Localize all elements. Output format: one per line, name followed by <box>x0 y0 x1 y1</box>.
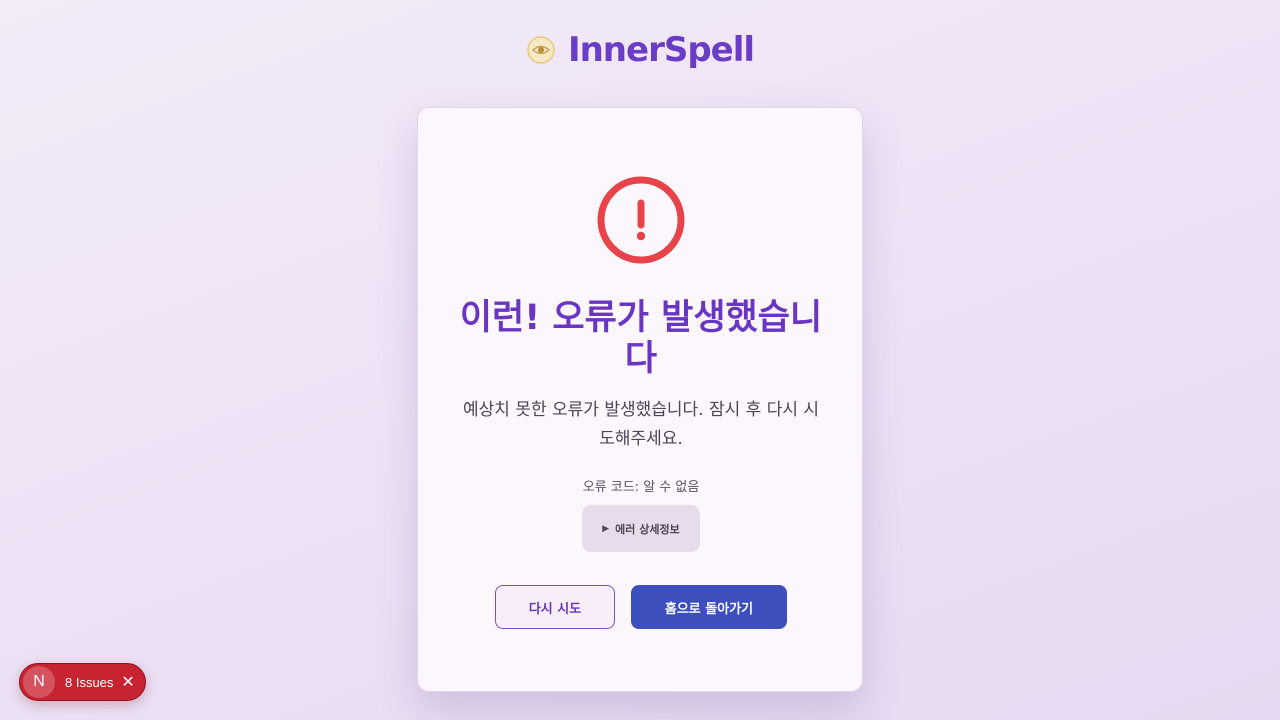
issues-count[interactable]: 8 Issues <box>65 675 113 690</box>
eye-sun-icon <box>527 36 555 64</box>
error-description: 예상치 못한 오류가 발생했습니다. 잠시 후 다시 시도해주세요. <box>462 400 820 449</box>
error-card: 이런! 오류가 발생했습니다 예상치 못한 오류가 발생했습니다. 잠시 후 다… <box>417 107 863 692</box>
brand-name[interactable]: InnerSpell <box>568 30 755 70</box>
error-code: 오류 코드: 알 수 없음 <box>582 480 700 495</box>
close-icon[interactable]: ✕ <box>121 672 134 692</box>
retry-button[interactable]: 다시 시도 <box>495 585 615 629</box>
home-button[interactable]: 홈으로 돌아가기 <box>631 585 787 629</box>
next-logo-icon: N <box>23 666 55 698</box>
error-details-toggle[interactable]: ▶ 에러 상세정보 <box>582 505 700 552</box>
error-details-label: 에러 상세정보 <box>615 522 680 536</box>
exclamation-circle-icon <box>597 176 685 264</box>
error-title: 이런! 오류가 발생했습니다 <box>459 298 823 379</box>
triangle-right-icon: ▶ <box>602 523 610 534</box>
brand-header: InnerSpell <box>0 30 1280 70</box>
issues-badge[interactable]: N 8 Issues ✕ <box>19 663 146 701</box>
